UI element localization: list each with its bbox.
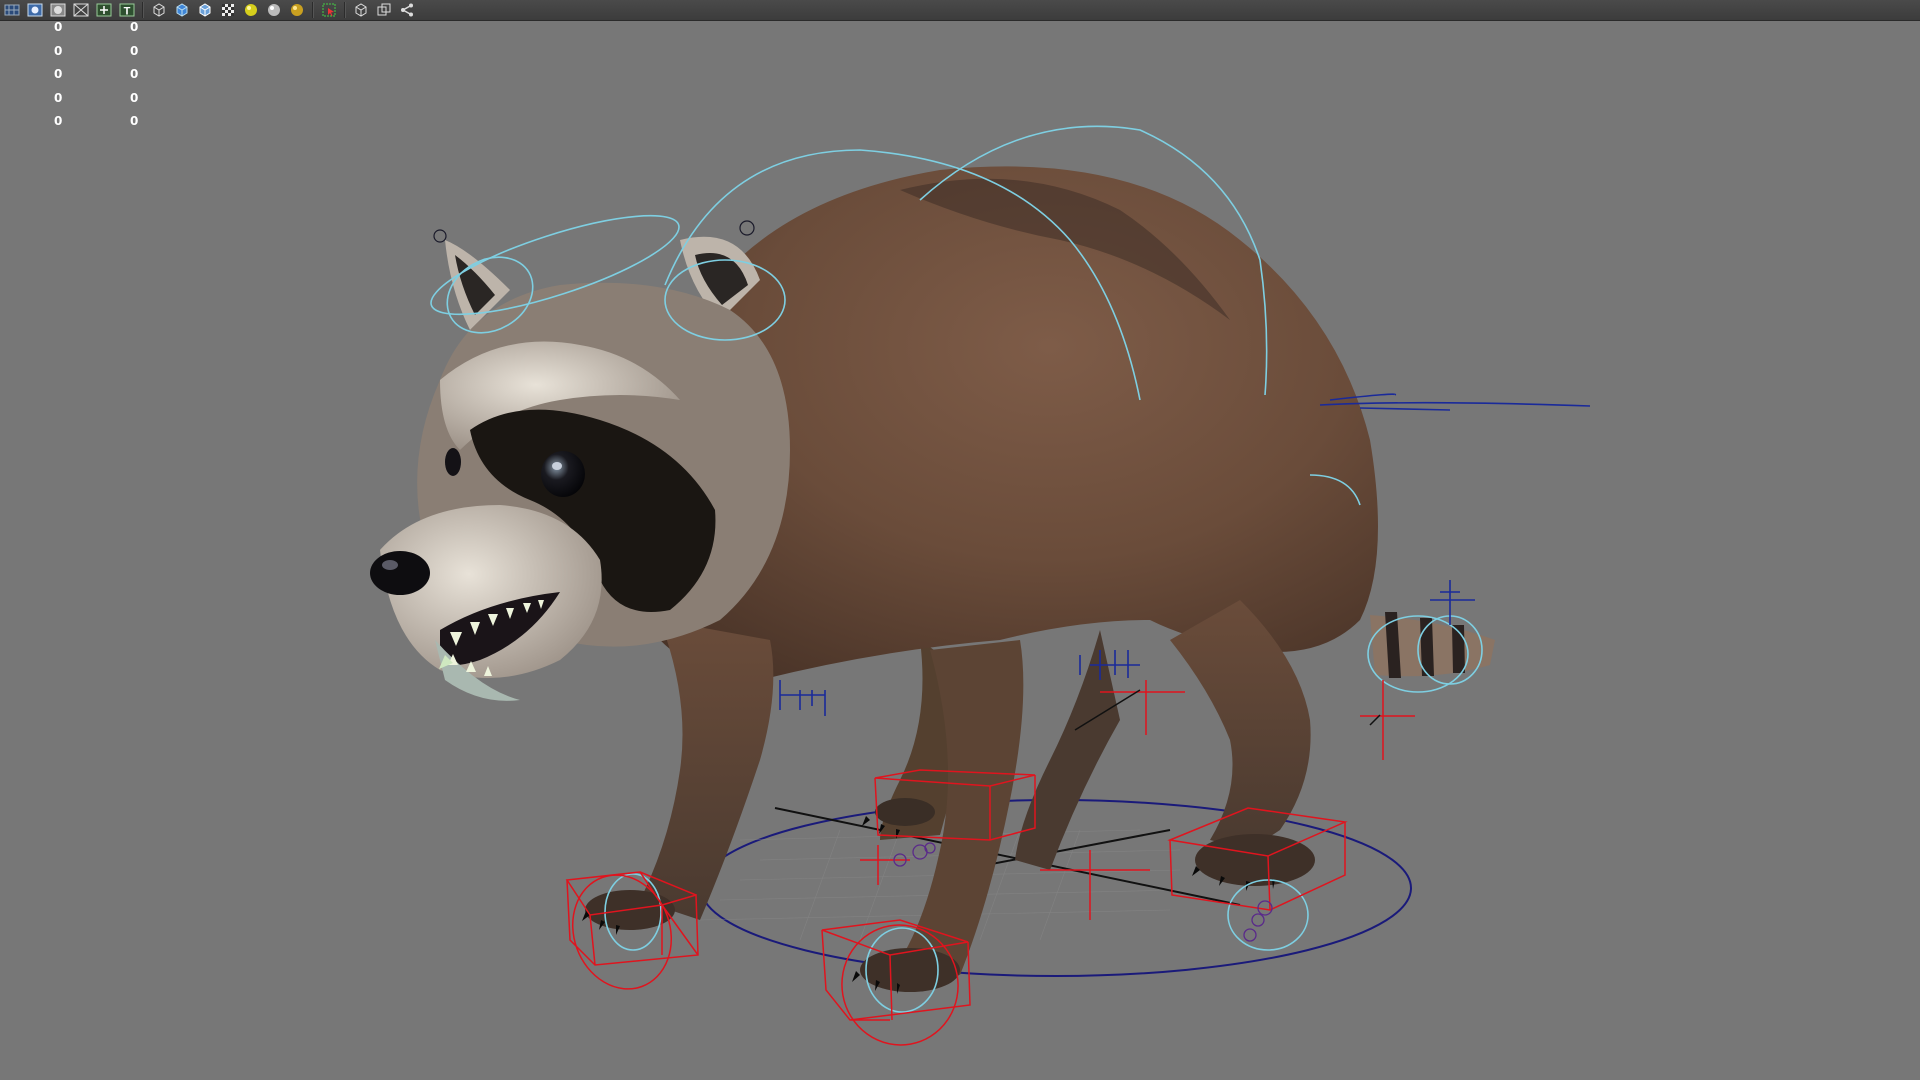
viewport-scene — [370, 125, 1591, 1046]
hud-row: 00 — [52, 20, 142, 44]
wireframe-button[interactable] — [71, 1, 90, 19]
isolate-select-icon — [322, 3, 335, 17]
hud-value: 0 — [130, 67, 139, 81]
toolbar-separator — [312, 2, 314, 18]
raccoon-paw-front-right — [860, 948, 960, 992]
hud-row: 00 — [52, 91, 142, 115]
shaded-wireframe-button[interactable] — [195, 1, 214, 19]
raccoon-paw-hind-right — [1195, 834, 1315, 886]
hud-value: 0 — [54, 20, 63, 34]
image-plane-icon — [50, 3, 65, 17]
raccoon-hind-leg-back — [1015, 630, 1120, 870]
hud-value: 0 — [130, 20, 139, 34]
hud-row: 00 — [52, 67, 142, 91]
hud-value: 0 — [130, 90, 139, 105]
xray-button[interactable] — [351, 1, 370, 19]
wireframe-cube-button[interactable] — [149, 1, 168, 19]
all-lights-icon — [290, 4, 303, 16]
raccoon-paw-back-front — [875, 798, 935, 826]
share-button[interactable] — [397, 1, 416, 19]
3d-viewport[interactable] — [0, 21, 1920, 1080]
camera-button[interactable] — [25, 1, 44, 19]
hud-row: 00 — [52, 114, 142, 138]
hud-value: 0 — [130, 114, 139, 128]
hud-text-button[interactable]: T — [117, 1, 136, 19]
hud-value: 0 — [54, 67, 63, 81]
smooth-shade-button[interactable] — [172, 1, 191, 19]
textured-icon — [221, 4, 234, 16]
wireframe-cube-icon — [153, 3, 164, 17]
shadows-icon — [267, 4, 280, 16]
default-light-button[interactable] — [241, 1, 260, 19]
isolate-select-button[interactable] — [319, 1, 338, 19]
default-light-icon — [244, 4, 257, 16]
raccoon-nose — [370, 551, 430, 595]
hud-value: 0 — [130, 43, 139, 58]
grid-icon — [4, 4, 19, 16]
shaded-wireframe-icon — [199, 3, 210, 17]
resolution-gate-icon — [96, 3, 111, 17]
all-lights-button[interactable] — [287, 1, 306, 19]
smooth-shade-icon — [176, 3, 187, 17]
text-icon-label: T — [123, 6, 130, 18]
share-icon — [400, 3, 413, 17]
raccoon-eye — [541, 451, 585, 497]
xray-joints-button[interactable] — [374, 1, 393, 19]
raccoon-front-leg-near — [640, 620, 774, 920]
resolution-gate-button[interactable] — [94, 1, 113, 19]
hud-row: 00 — [52, 44, 142, 68]
hud-value: 0 — [54, 114, 63, 128]
wireframe-icon — [73, 3, 88, 17]
shoulder-bracket-control[interactable] — [779, 680, 826, 716]
text-icon: T — [119, 3, 134, 18]
xray-joints-icon — [377, 3, 390, 16]
camera-icon — [27, 3, 42, 17]
textured-button[interactable] — [218, 1, 237, 19]
grid-button[interactable] — [2, 1, 21, 19]
toolbar-separator — [344, 2, 346, 18]
hud-value: 0 — [54, 90, 63, 105]
hud-poly-count: 00 00 00 00 00 — [52, 20, 142, 138]
hud-value: 0 — [54, 43, 63, 58]
image-plane-button[interactable] — [48, 1, 67, 19]
shadows-button[interactable] — [264, 1, 283, 19]
viewport-toolbar: T — [0, 0, 1920, 21]
xray-icon — [355, 3, 366, 17]
toolbar-separator — [142, 2, 144, 18]
